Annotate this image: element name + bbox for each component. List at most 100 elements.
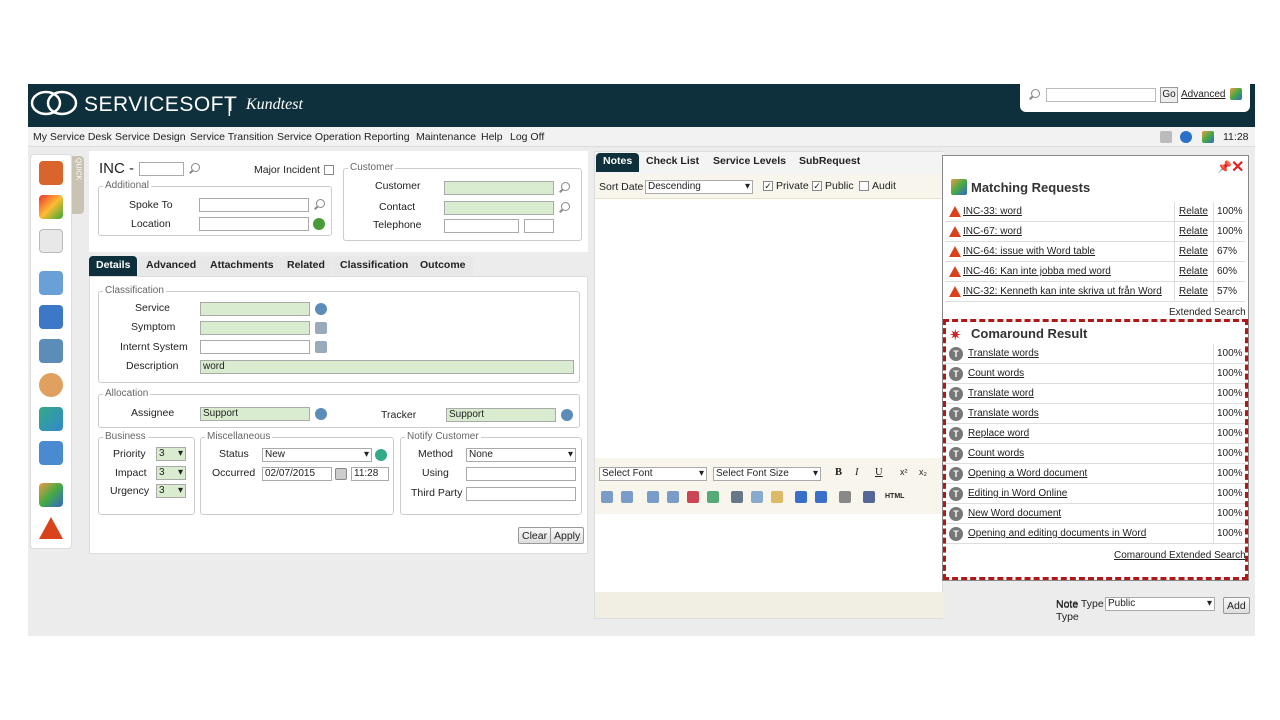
close-icon[interactable]: ✕ — [1231, 157, 1244, 177]
relate-link[interactable]: Relate — [1179, 206, 1208, 217]
note-type-select[interactable]: Public — [1105, 597, 1215, 611]
assignee-user-icon[interactable] — [315, 408, 327, 420]
tab-outcome[interactable]: Outcome — [413, 256, 473, 276]
copy-icon[interactable] — [751, 491, 763, 503]
font-size-select[interactable]: Select Font Size — [713, 467, 821, 481]
tab-related[interactable]: Related — [280, 256, 332, 276]
customer-search-icon[interactable] — [558, 182, 570, 194]
relate-link[interactable]: Relate — [1179, 286, 1208, 297]
urgency-select[interactable]: 3 — [156, 484, 186, 498]
relate-link[interactable]: Relate — [1179, 266, 1208, 277]
report-icon[interactable] — [39, 483, 63, 507]
occurred-time-input[interactable]: 11:28 — [351, 467, 389, 481]
tab-advanced[interactable]: Advanced — [139, 256, 204, 276]
highlight-icon[interactable] — [707, 491, 719, 503]
tab-service-levels[interactable]: Service Levels — [706, 153, 793, 172]
matching-row-link[interactable]: INC-67: word — [963, 226, 1022, 237]
third-party-input[interactable] — [466, 487, 576, 501]
advanced-search-link[interactable]: Advanced — [1181, 89, 1225, 100]
service-gear-icon[interactable] — [315, 303, 327, 315]
paste-icon[interactable] — [771, 491, 783, 503]
tab-subrequest[interactable]: SubRequest — [792, 153, 867, 172]
compass-icon[interactable] — [39, 373, 63, 397]
indent-icon[interactable] — [667, 491, 679, 503]
occurred-date-input[interactable]: 02/07/2015 — [262, 467, 332, 481]
book-icon[interactable] — [39, 271, 63, 295]
font-select[interactable]: Select Font — [599, 467, 707, 481]
private-checkbox[interactable]: ✓ — [763, 181, 773, 191]
subscript-button[interactable]: x₂ — [919, 467, 927, 477]
location-globe-icon[interactable] — [313, 218, 325, 230]
unordered-list-icon[interactable] — [621, 491, 633, 503]
major-incident-checkbox[interactable] — [324, 165, 334, 175]
help-icon[interactable] — [1180, 131, 1192, 143]
using-input[interactable] — [466, 467, 576, 481]
tab-details[interactable]: Details — [89, 256, 138, 276]
matching-row-link[interactable]: INC-33: word — [963, 206, 1022, 217]
home-icon[interactable] — [39, 161, 63, 185]
symptom-list-icon[interactable] — [315, 322, 327, 334]
matching-row-link[interactable]: INC-46: Kan inte jobba med word — [963, 266, 1111, 277]
priority-select[interactable]: 3 — [156, 447, 186, 461]
menu-service-operation[interactable]: Service Operation — [277, 131, 361, 143]
spoke-to-search-icon[interactable] — [313, 199, 325, 211]
telephone-input[interactable] — [444, 219, 519, 233]
quick-tab[interactable]: QUICK — [72, 156, 84, 214]
advanced-search-icon[interactable] — [1230, 88, 1242, 100]
matching-row[interactable]: INC-33: word Relate 100% — [945, 202, 1245, 222]
bold-button[interactable]: B — [835, 467, 842, 478]
calendar-picker-icon[interactable] — [335, 468, 347, 480]
apply-button[interactable]: Apply — [550, 527, 585, 544]
matching-requests-icon[interactable] — [1202, 131, 1214, 143]
menu-my-service-desk[interactable]: My Service Desk — [33, 131, 112, 143]
menu-reporting[interactable]: Reporting — [364, 131, 410, 143]
location-input[interactable] — [199, 217, 309, 231]
assignee-input[interactable]: Support — [200, 407, 310, 421]
contact-search-icon[interactable] — [558, 202, 570, 214]
menu-log-off[interactable]: Log Off — [510, 131, 544, 143]
menu-service-transition[interactable]: Service Transition — [190, 131, 273, 143]
matching-row[interactable]: INC-67: word Relate 100% — [945, 222, 1245, 242]
underline-button[interactable]: U — [875, 467, 883, 478]
user-tools-icon[interactable] — [39, 339, 63, 363]
menu-service-design[interactable]: Service Design — [115, 131, 186, 143]
checklist-icon[interactable] — [39, 229, 63, 253]
tracker-user-icon[interactable] — [561, 409, 573, 421]
relate-link[interactable]: Relate — [1179, 246, 1208, 257]
document-icon[interactable] — [1160, 131, 1172, 143]
incident-warning-icon[interactable] — [39, 517, 63, 539]
impact-select[interactable]: 3 — [156, 466, 186, 480]
menu-maintenance[interactable]: Maintenance — [416, 131, 476, 143]
matching-row-link[interactable]: INC-32: Kenneth kan inte skriva ut från … — [963, 286, 1162, 297]
text-color-icon[interactable] — [687, 491, 699, 503]
inc-number-input[interactable] — [139, 162, 184, 176]
matching-row-link[interactable]: INC-64: issue with Word table — [963, 246, 1095, 257]
public-checkbox[interactable]: ✓ — [812, 181, 822, 191]
contact-input[interactable] — [444, 201, 554, 215]
menu-help[interactable]: Help — [481, 131, 503, 143]
symptom-input[interactable] — [200, 321, 310, 335]
matching-row[interactable]: INC-46: Kan inte jobba med word Relate 60% — [945, 262, 1245, 282]
inc-search-icon[interactable] — [188, 163, 200, 175]
html-button[interactable]: HTML — [885, 493, 904, 500]
telephone-ext-input[interactable] — [524, 219, 554, 233]
spoke-to-input[interactable] — [199, 198, 309, 212]
relate-link[interactable]: Relate — [1179, 226, 1208, 237]
puzzle-icon[interactable] — [39, 305, 63, 329]
audit-checkbox[interactable] — [859, 181, 869, 191]
redo-icon[interactable] — [815, 491, 827, 503]
customer-input[interactable] — [444, 181, 554, 195]
global-search-input[interactable] — [1046, 88, 1156, 102]
pin-icon[interactable]: 📌 — [1217, 160, 1232, 174]
ordered-list-icon[interactable] — [601, 491, 613, 503]
spellcheck-icon[interactable] — [863, 491, 875, 503]
matching-row[interactable]: INC-64: issue with Word table Relate 67% — [945, 242, 1245, 262]
method-select[interactable]: None — [466, 448, 576, 462]
extended-search-link[interactable]: Extended Search — [1169, 307, 1246, 318]
description-input[interactable]: word — [200, 360, 574, 374]
add-note-button[interactable]: Add — [1223, 597, 1250, 614]
outdent-icon[interactable] — [647, 491, 659, 503]
internal-system-input[interactable] — [200, 340, 310, 354]
calendar-icon[interactable] — [39, 441, 63, 465]
italic-button[interactable]: I — [855, 467, 859, 478]
